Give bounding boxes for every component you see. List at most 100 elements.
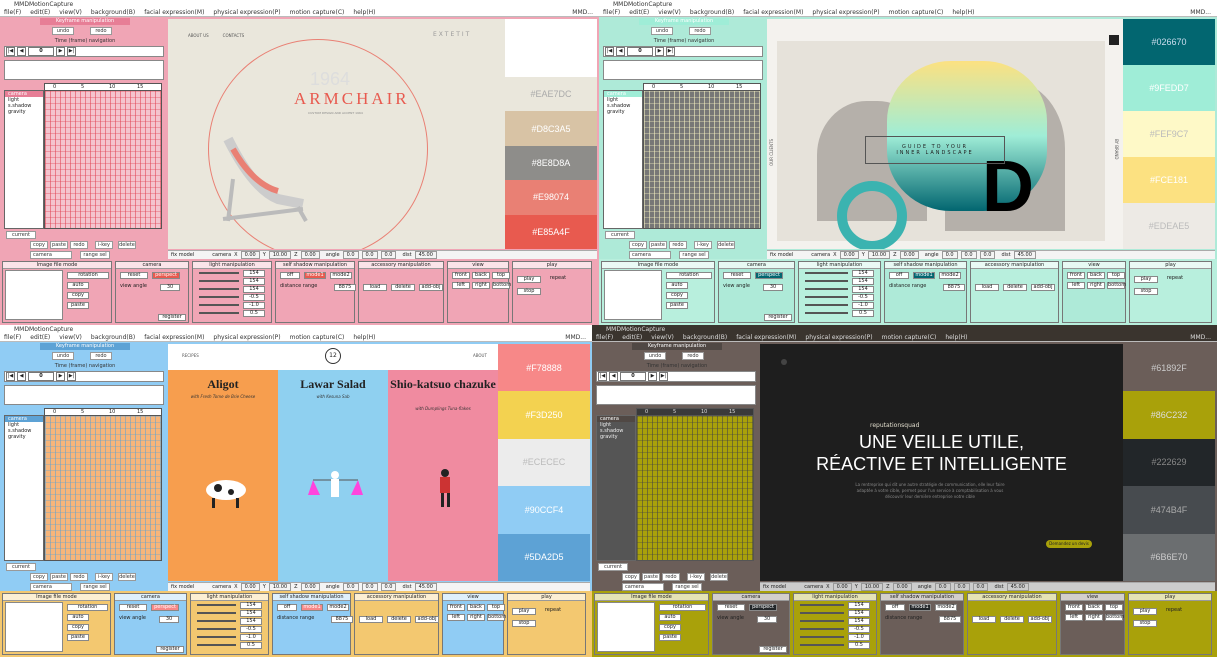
shadow-mode1[interactable]: mode1 <box>913 272 935 279</box>
redo-button[interactable]: redo <box>689 27 711 35</box>
nav-next-icon[interactable]: ▶ <box>56 47 65 56</box>
light-value[interactable]: 154 <box>852 270 874 277</box>
menu-view[interactable]: view(V) <box>651 334 674 341</box>
camera-select[interactable]: camera <box>30 251 72 259</box>
status-y-val[interactable]: 10.00 <box>268 251 292 259</box>
acc-delete[interactable]: delete <box>1000 616 1024 623</box>
current-button[interactable]: current <box>598 563 628 571</box>
menu-view[interactable]: view(V) <box>658 9 681 16</box>
current-button[interactable]: current <box>605 231 635 239</box>
nav-first-icon[interactable]: |◀ <box>598 372 607 381</box>
copy-btn[interactable]: copy <box>666 292 688 299</box>
status-dist-val[interactable]: 45.00 <box>1006 583 1029 591</box>
view-angle-input[interactable]: 30 <box>763 284 783 291</box>
view-left-button[interactable]: left <box>1065 614 1083 621</box>
nav-prev-icon[interactable]: ◀ <box>17 372 26 381</box>
undo-button[interactable]: undo <box>52 27 74 35</box>
light-value[interactable]: 154 <box>240 602 262 609</box>
auto-checkbox[interactable]: auto <box>659 614 681 621</box>
status-y-val[interactable]: 10.00 <box>867 251 891 259</box>
status-az[interactable]: 0.0 <box>972 583 989 591</box>
distance-value[interactable]: 8875 <box>939 616 961 623</box>
paste-button[interactable]: paste <box>50 241 68 249</box>
menu-help[interactable]: help(H) <box>353 334 375 341</box>
shadow-mode1[interactable]: mode1 <box>304 272 326 279</box>
range-select-button[interactable]: range sel <box>80 251 110 259</box>
nav-first-icon[interactable]: |◀ <box>605 47 614 56</box>
nav-next-icon[interactable]: ▶ <box>56 372 65 381</box>
paste-btn[interactable]: paste <box>67 634 89 641</box>
light-value[interactable]: 154 <box>243 270 265 277</box>
light-value[interactable]: -0.5 <box>852 294 874 301</box>
light-value[interactable]: -1.0 <box>240 634 262 641</box>
menu-icon[interactable] <box>1109 35 1119 45</box>
status-ax[interactable]: 0.0 <box>934 583 951 591</box>
view-right-button[interactable]: right <box>472 282 490 289</box>
light-slider[interactable] <box>805 272 848 274</box>
copy-btn[interactable]: copy <box>659 624 681 631</box>
view-front-button[interactable]: front <box>452 272 470 279</box>
light-value[interactable]: 154 <box>852 286 874 293</box>
play-button[interactable]: play <box>517 276 541 283</box>
frame-number-input[interactable]: 0 <box>28 47 54 56</box>
status-z-val[interactable]: 0.00 <box>892 583 912 591</box>
acc-load[interactable]: load <box>975 284 999 291</box>
status-ax[interactable]: 0.0 <box>941 251 958 259</box>
status-z-val[interactable]: 0.00 <box>899 251 919 259</box>
view-top-button[interactable]: top <box>1107 272 1125 279</box>
light-slider[interactable] <box>800 604 844 606</box>
undo-button[interactable]: undo <box>52 352 74 360</box>
menu-motion-capture[interactable]: motion capture(C) <box>882 334 937 341</box>
status-ay[interactable]: 0.0 <box>361 583 378 591</box>
play-button[interactable]: play <box>1134 276 1158 283</box>
paste-button[interactable]: paste <box>642 573 660 581</box>
view-right-button[interactable]: right <box>467 614 485 621</box>
keyframe-grid[interactable]: 0 5 10 15 <box>44 408 162 561</box>
keyframe-grid[interactable]: 0 5 10 15 <box>44 83 162 229</box>
undo-button[interactable]: undo <box>644 352 666 360</box>
nav-last-icon[interactable]: ▶| <box>67 47 76 56</box>
ikey-button[interactable]: i-key <box>95 573 113 581</box>
view-top-button[interactable]: top <box>492 272 510 279</box>
light-slider[interactable] <box>805 296 848 298</box>
status-z-val[interactable]: 0.00 <box>300 251 320 259</box>
menu-physical-expression[interactable]: physical expression(P) <box>213 334 280 341</box>
view-back-button[interactable]: back <box>1085 604 1103 611</box>
register-button[interactable]: register <box>158 314 186 321</box>
camera-select[interactable]: camera <box>622 583 664 591</box>
copy-button[interactable]: copy <box>30 241 48 249</box>
delete-button[interactable]: delete <box>118 241 136 249</box>
view-angle-input[interactable]: 30 <box>159 616 179 623</box>
status-dist-val[interactable]: 45.00 <box>1013 251 1036 259</box>
view-front-button[interactable]: front <box>1067 272 1085 279</box>
acc-load[interactable]: load <box>363 284 387 291</box>
light-value[interactable]: -0.5 <box>243 294 265 301</box>
light-value[interactable]: -1.0 <box>852 302 874 309</box>
light-slider[interactable] <box>199 312 239 314</box>
light-slider[interactable] <box>805 280 848 282</box>
distance-value[interactable]: 8875 <box>331 616 353 623</box>
camera-select[interactable]: camera <box>30 583 72 591</box>
light-value[interactable]: 154 <box>848 618 870 625</box>
paste-button[interactable]: paste <box>649 241 667 249</box>
frame-number-input[interactable]: 0 <box>620 372 646 381</box>
nav-last-icon[interactable]: ▶| <box>67 372 76 381</box>
stop-button[interactable]: stop <box>1133 620 1157 627</box>
view-right-button[interactable]: right <box>1087 282 1105 289</box>
redo-button[interactable]: redo <box>682 352 704 360</box>
menu-facial-expression[interactable]: facial expression(M) <box>736 334 796 341</box>
menu-file[interactable]: file(F) <box>4 9 21 16</box>
status-ay[interactable]: 0.0 <box>960 251 977 259</box>
register-button[interactable]: register <box>764 314 792 321</box>
menu-file[interactable]: file(F) <box>4 334 21 341</box>
light-slider[interactable] <box>800 628 844 630</box>
menu-dot-icon[interactable] <box>781 359 787 365</box>
light-value[interactable]: -0.5 <box>240 626 262 633</box>
rotation-select[interactable]: rotation <box>666 272 712 279</box>
ikey-button[interactable]: i-key <box>95 241 113 249</box>
status-mode[interactable]: fix model <box>171 252 194 258</box>
range-select-button[interactable]: range sel <box>679 251 709 259</box>
status-mode[interactable]: fix model <box>171 584 194 590</box>
view-back-button[interactable]: back <box>472 272 490 279</box>
menu-help[interactable]: help(H) <box>952 9 974 16</box>
